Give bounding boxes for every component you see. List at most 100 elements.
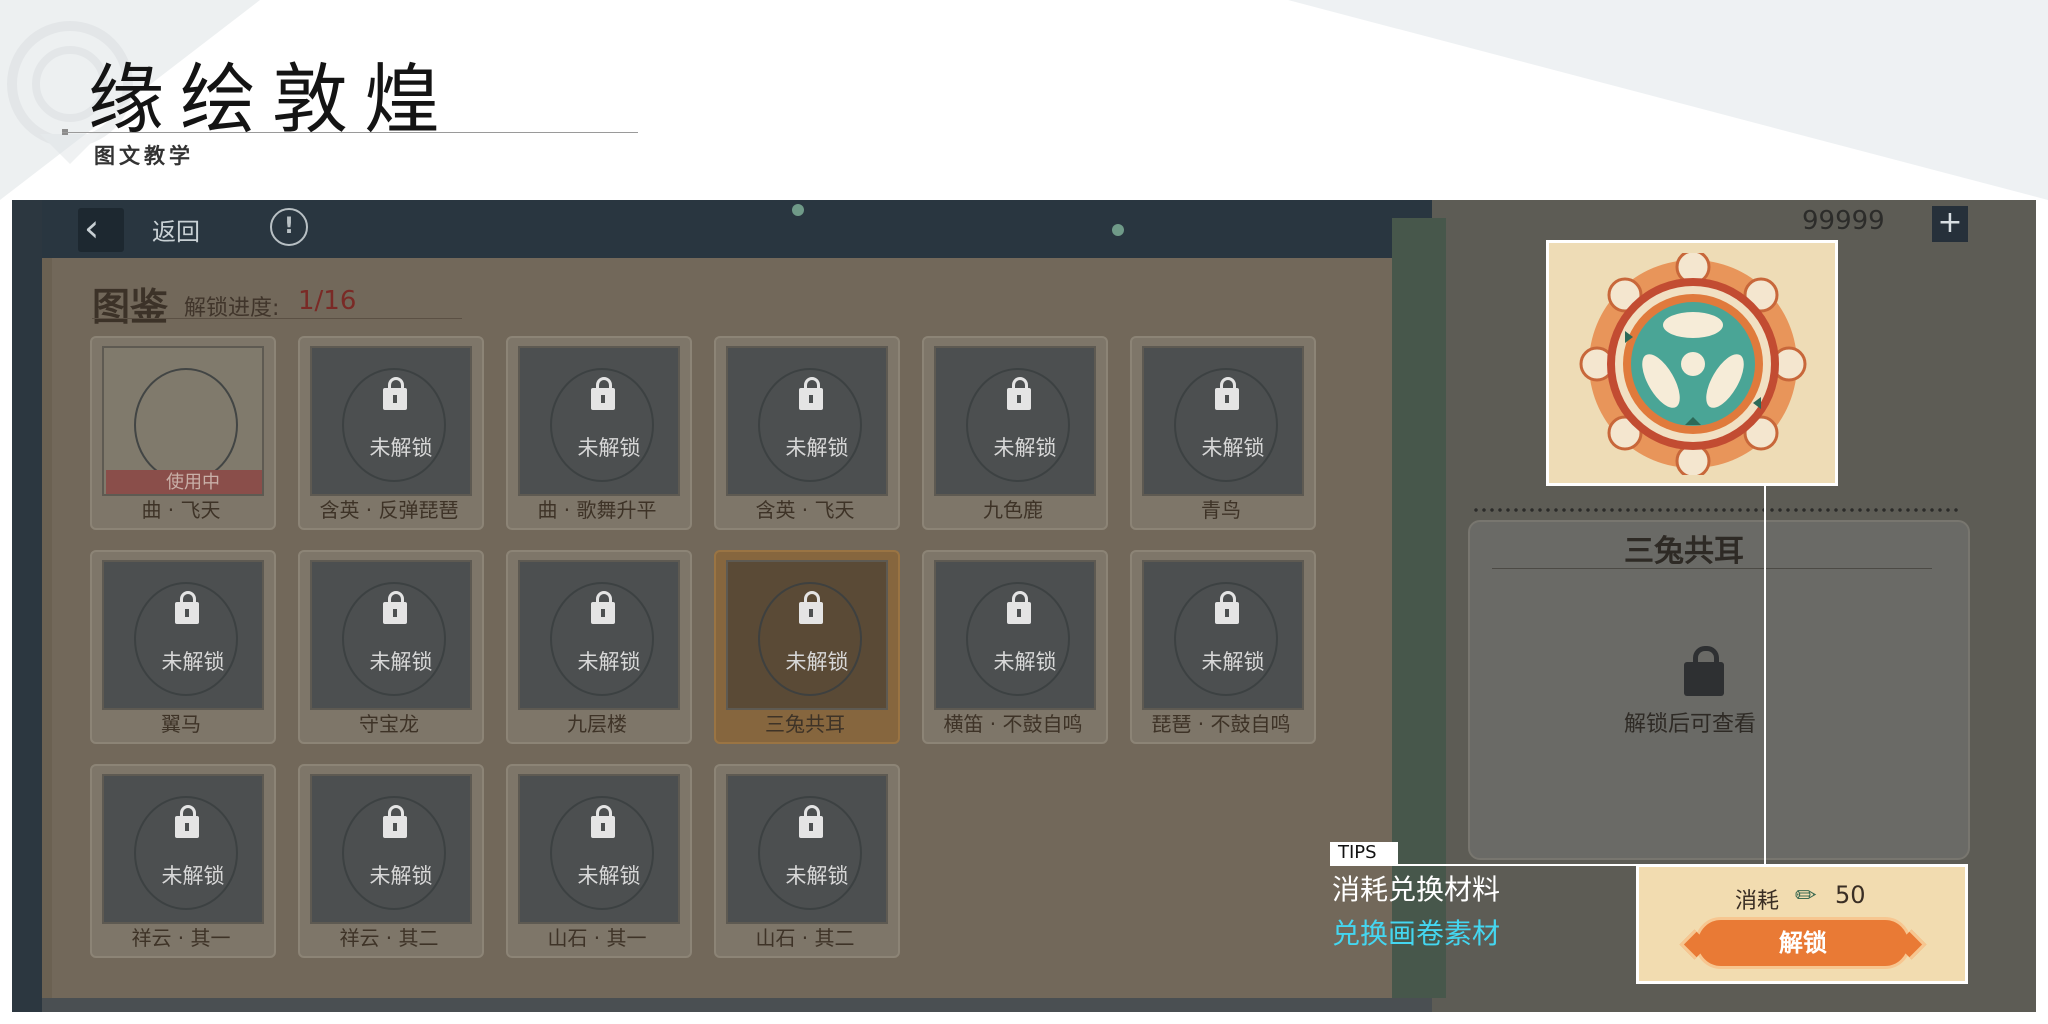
lock-icon xyxy=(1007,377,1031,410)
card-name: 横笛 · 不鼓自鸣 xyxy=(943,712,1083,736)
chevron-left-icon: ‹ xyxy=(84,206,100,250)
cost-value: 50 xyxy=(1835,881,1866,909)
lock-icon xyxy=(175,805,199,838)
locked-label: 未解锁 xyxy=(577,436,641,460)
card-name: 祥云 · 其二 xyxy=(339,926,439,950)
locked-hint: 解锁后可查看 xyxy=(1624,712,1757,737)
collection-card[interactable]: 未解锁 翼马 xyxy=(90,550,276,744)
tips-text-primary: 消耗兑换材料 xyxy=(1332,873,1501,906)
collection-card[interactable]: 未解锁 九色鹿 xyxy=(922,336,1108,530)
collection-card[interactable]: 未解锁 含英 · 飞天 xyxy=(714,336,900,530)
locked-label: 未解锁 xyxy=(369,650,433,674)
collection-title-underline xyxy=(92,318,462,319)
header-decoration-right xyxy=(1288,0,2048,200)
collection-card[interactable]: 未解锁祥云 · 其二 xyxy=(298,764,484,958)
card-name: 九层楼 xyxy=(567,712,627,736)
cost-label: 消耗 xyxy=(1735,889,1780,914)
gem-ornament-icon xyxy=(792,204,804,216)
card-name: 祥云 · 其一 xyxy=(131,926,231,950)
card-artwork: 未解锁 xyxy=(518,560,680,710)
screen-frame-left xyxy=(12,200,42,1012)
lock-icon xyxy=(799,591,823,624)
locked-label: 未解锁 xyxy=(993,650,1057,674)
progress-value: 1/16 xyxy=(298,286,357,316)
collection-card[interactable]: 使用中曲 · 飞天 xyxy=(90,336,276,530)
card-artwork: 未解锁 xyxy=(310,560,472,710)
card-artwork: 使用中 xyxy=(102,346,264,496)
card-artwork: 未解锁 xyxy=(934,560,1096,710)
card-name: 含英 · 反弹琵琶 xyxy=(319,498,459,522)
card-artwork: 未解锁 xyxy=(518,774,680,924)
card-artwork: 未解锁 xyxy=(310,346,472,496)
collection-card[interactable]: 未解锁祥云 · 其一 xyxy=(90,764,276,958)
game-top-bar xyxy=(42,200,1432,260)
locked-label: 未解锁 xyxy=(161,864,225,888)
card-artwork: 未解锁 xyxy=(726,774,888,924)
card-artwork: 未解锁 xyxy=(1142,346,1304,496)
collection-card[interactable]: 未解锁横笛 · 不鼓自鸣 xyxy=(922,550,1108,744)
collection-card[interactable]: 未解锁 三兔共耳 xyxy=(714,550,900,744)
lock-icon xyxy=(175,591,199,624)
locked-label: 未解锁 xyxy=(577,864,641,888)
lock-icon xyxy=(383,377,407,410)
lock-icon xyxy=(1684,646,1724,696)
tips-tag: TIPS xyxy=(1330,842,1398,864)
locked-label: 未解锁 xyxy=(1201,436,1265,460)
card-name: 山石 · 其二 xyxy=(755,926,855,950)
callout-connector xyxy=(1764,486,1766,864)
detail-title-rule xyxy=(1492,568,1932,569)
card-name: 青鸟 xyxy=(1201,498,1241,522)
card-name: 含英 · 飞天 xyxy=(755,498,855,522)
lock-icon xyxy=(383,591,407,624)
dotted-divider xyxy=(1472,508,1958,512)
card-artwork: 未解锁 xyxy=(1142,560,1304,710)
collection-title: 图鉴 xyxy=(92,285,169,329)
card-artwork: 未解锁 xyxy=(102,560,264,710)
collection-card[interactable]: 未解锁 山石 · 其二 xyxy=(714,764,900,958)
collection-card[interactable]: 未解锁 琵琶 · 不鼓自鸣 xyxy=(1130,550,1316,744)
callout-line xyxy=(1330,864,1636,866)
artwork-preview xyxy=(1546,240,1838,486)
card-artwork: 未解锁 xyxy=(310,774,472,924)
collection-card[interactable]: 未解锁山石 · 其一 xyxy=(506,764,692,958)
unlock-panel: 消耗 ✏ 50 解锁 xyxy=(1636,864,1968,984)
page-header: 缘绘敦煌 图文教学 xyxy=(0,0,2048,200)
collection-card[interactable]: 未解锁 青鸟 xyxy=(1130,336,1316,530)
lock-icon xyxy=(1215,377,1239,410)
card-name: 山石 · 其一 xyxy=(547,926,647,950)
card-name: 曲 · 歌舞升平 xyxy=(537,498,657,522)
artwork-silhouette xyxy=(134,368,238,482)
card-artwork: 未解锁 xyxy=(726,560,888,710)
card-name: 翼马 xyxy=(161,712,201,736)
collection-card[interactable]: 未解锁曲 · 歌舞升平 xyxy=(506,336,692,530)
back-label[interactable]: 返回 xyxy=(152,212,200,247)
lock-icon xyxy=(799,805,823,838)
detail-title: 三兔共耳 xyxy=(1624,534,1744,569)
lock-icon xyxy=(1007,591,1031,624)
lock-icon xyxy=(1215,591,1239,624)
brush-icon: ✏ xyxy=(1795,881,1817,911)
lock-icon xyxy=(591,805,615,838)
title-divider xyxy=(62,132,638,133)
card-name: 三兔共耳 xyxy=(765,712,845,736)
lock-icon xyxy=(799,377,823,410)
unlock-button[interactable]: 解锁 xyxy=(1695,917,1911,969)
card-artwork: 未解锁 xyxy=(726,346,888,496)
card-name: 守宝龙 xyxy=(359,712,419,736)
lock-icon xyxy=(591,591,615,624)
currency-amount: 99999 xyxy=(1802,206,1885,236)
card-artwork: 未解锁 xyxy=(934,346,1096,496)
lock-icon xyxy=(591,377,615,410)
collection-card[interactable]: 未解锁含英 · 反弹琵琶 xyxy=(298,336,484,530)
three-hares-medallion-icon xyxy=(1579,253,1807,475)
page-subtitle: 图文教学 xyxy=(94,144,194,168)
locked-label: 未解锁 xyxy=(369,864,433,888)
tips-text-highlight: 兑换画卷素材 xyxy=(1332,917,1501,950)
collection-card[interactable]: 未解锁守宝龙 xyxy=(298,550,484,744)
card-name: 琵琶 · 不鼓自鸣 xyxy=(1151,712,1291,736)
lock-icon xyxy=(383,805,407,838)
collection-card[interactable]: 未解锁 九层楼 xyxy=(506,550,692,744)
info-icon[interactable]: ! xyxy=(270,208,308,246)
locked-label: 未解锁 xyxy=(369,436,433,460)
add-currency-button[interactable]: + xyxy=(1932,206,1968,242)
